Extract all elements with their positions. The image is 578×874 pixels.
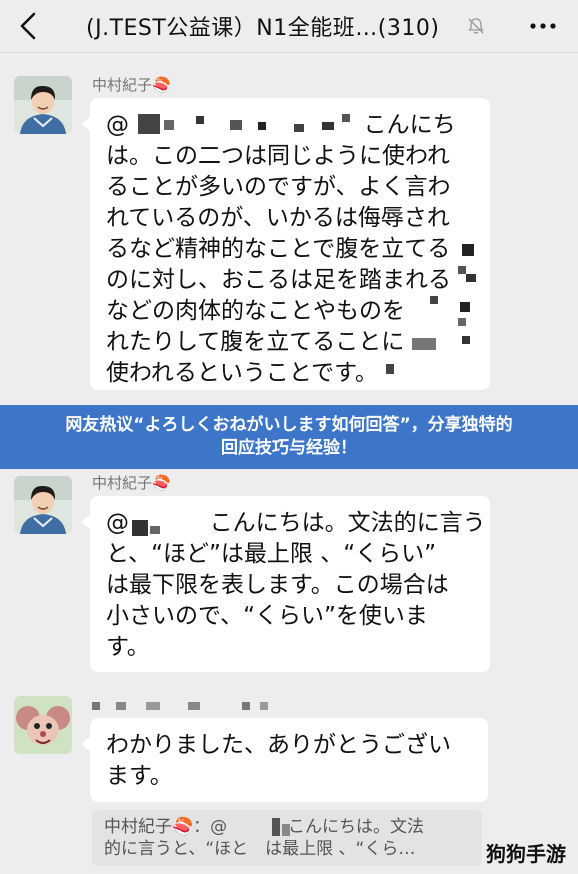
message-line: ることが多いのですが、よく言わ: [106, 174, 451, 200]
message-line: ます。: [106, 763, 173, 789]
message-line: わかりました、ありがとうござい: [106, 732, 451, 758]
banner-line: 网友热议“よろしくおねがいします如何回答”，分享独特的: [65, 415, 513, 435]
bell-off-icon: [468, 18, 484, 34]
watermark-text: 狗狗手游: [486, 842, 566, 866]
person-avatar-icon: [14, 76, 72, 134]
redaction-mosaic: [386, 240, 480, 380]
headline-banner: 网友热议“よろしくおねがいします如何回答”，分享独特的 回应技巧与经验！: [0, 405, 578, 469]
message-line: は。この二つは同じように使われ: [106, 143, 450, 169]
message-line: す。: [106, 634, 150, 660]
message-line: れているのが、いかるは侮辱され: [106, 205, 450, 231]
redaction-mosaic: [128, 514, 178, 536]
quote-line: 的に言うと、“ほと は最上限 、“くら…: [104, 839, 416, 859]
sender-name: 中村紀子🍣: [92, 76, 171, 94]
message-line: は最下限を表します。この場合は: [106, 572, 449, 598]
message-line: 小さいので、“くらい”を使いま: [106, 603, 428, 629]
redaction-mosaic: [130, 112, 360, 134]
chat-title: (J.TEST公益课）N1全能班…(310): [86, 16, 440, 41]
person-avatar-icon: [14, 476, 72, 534]
message-line: と、“ほど”は最上限 、“くらい”: [106, 541, 437, 567]
more-dots-icon[interactable]: [528, 12, 558, 40]
redaction-mosaic: [268, 816, 298, 836]
redaction-mosaic: [92, 700, 272, 712]
avatar[interactable]: [14, 696, 72, 754]
banner-line: 回应技巧与经验！: [221, 438, 357, 458]
avatar[interactable]: [14, 476, 72, 534]
avatar[interactable]: [14, 76, 72, 134]
message-bubble[interactable]: わかりました、ありがとうござい ます。: [81, 718, 488, 802]
mouse-cartoon-avatar-icon: [14, 696, 72, 754]
chat-header: (J.TEST公益课）N1全能班…(310): [0, 0, 578, 53]
sender-name: 中村紀子🍣: [92, 474, 171, 492]
back-chevron-icon[interactable]: [16, 10, 42, 42]
